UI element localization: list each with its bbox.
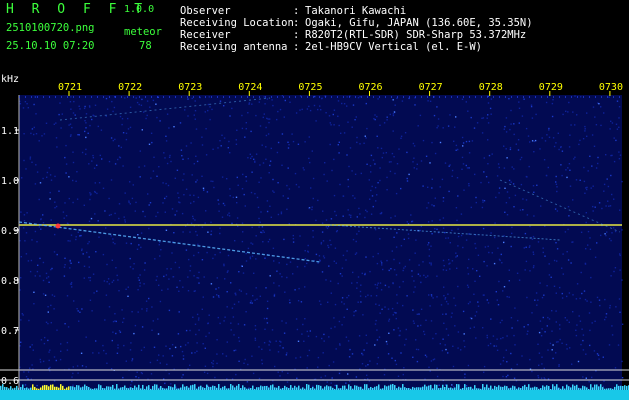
time-tick-label: 0724: [238, 82, 262, 93]
time-tick-label: 0721: [58, 82, 82, 93]
y-tick-label: 0.6: [1, 376, 19, 387]
y-tick-label: 1.1: [1, 126, 19, 137]
time-tick-label: 0728: [479, 82, 503, 93]
time-tick-label: 0723: [178, 82, 202, 93]
time-tick-label: 0725: [298, 82, 322, 93]
noise-field: [19, 95, 622, 390]
y-tick-label: 0.9: [1, 226, 19, 237]
y-tick-label: 0.7: [1, 326, 19, 337]
level-bar: [0, 390, 629, 400]
spectrogram: 1.1 1.0 0.9 0.8 0.7 0.6 0721 0722 0723 0724 0725 07…: [0, 82, 629, 400]
time-tick-label: 0722: [118, 82, 142, 93]
time-tick-label: 0726: [359, 82, 383, 93]
time-tick-label: 0730: [599, 82, 623, 93]
meteor-head: [55, 223, 61, 229]
y-tick-label: 0.8: [1, 276, 19, 287]
time-tick-label: 0727: [419, 82, 443, 93]
time-tick-label: 0729: [539, 82, 563, 93]
y-tick-label: 1.0: [1, 176, 19, 187]
